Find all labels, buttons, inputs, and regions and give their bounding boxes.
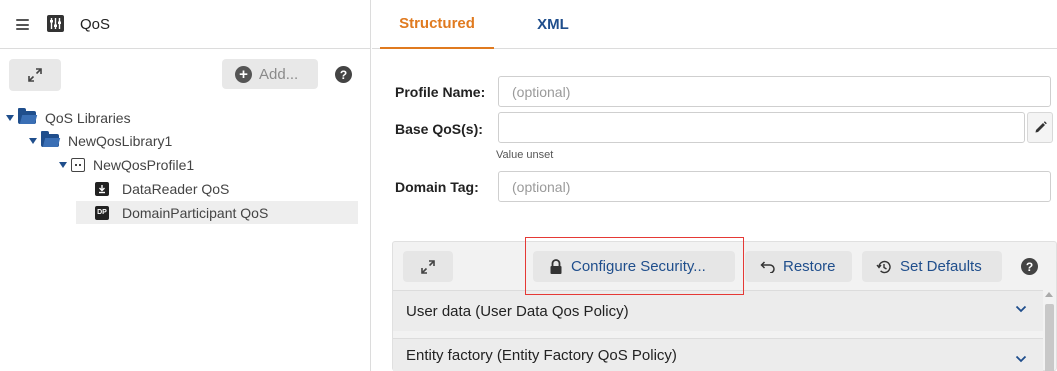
expand-icon [28,68,42,82]
scroll-thumb[interactable] [1045,304,1054,371]
tree-item-datareader-qos[interactable]: DataReader QoS [95,177,229,200]
scroll-up-arrow-icon[interactable] [1045,292,1053,297]
policy-label: User data (User Data Qos Policy) [406,302,629,320]
qos-app-icon [47,15,64,32]
app-title: QoS [80,16,111,33]
hamburger-menu-icon[interactable] [16,19,29,30]
help-icon[interactable]: ? [335,66,352,83]
restore-label: Restore [783,258,836,275]
tree-item-newqoslibrary1[interactable]: NewQosLibrary1 [29,129,172,152]
folder-icon [18,108,36,124]
pencil-icon [1035,121,1047,133]
chevron-down-icon[interactable] [1015,355,1027,363]
profile-name-label: Profile Name: [395,84,486,100]
plus-circle-icon: + [235,65,252,83]
base-qos-label: Base QoS(s): [395,121,483,137]
tree-item-label: NewQosLibrary1 [68,132,173,149]
tree-item-label: DomainParticipant QoS [122,204,269,221]
tree-item-qos-libraries[interactable]: QoS Libraries [6,106,131,129]
highlight-annotation [525,237,744,295]
help-icon[interactable]: ? [1021,258,1038,275]
domain-tag-label: Domain Tag: [395,179,479,195]
qos-profile-icon [71,157,85,172]
undo-icon [760,260,775,273]
domain-tag-input[interactable] [498,171,1051,202]
policy-entity-factory[interactable]: Entity factory (Entity Factory QoS Polic… [393,338,1043,371]
caret-down-icon[interactable] [59,161,67,168]
left-header: QoS [0,0,371,49]
left-panel: QoS + Add... ? QoS Libraries NewQosLibra… [0,0,371,371]
expand-icon [421,259,435,274]
set-defaults-button[interactable]: Set Defaults [862,251,1002,282]
restore-button[interactable]: Restore [745,251,852,282]
domainparticipant-icon: DP [95,205,109,220]
set-defaults-label: Set Defaults [900,258,982,275]
expand-policies-button[interactable] [403,251,453,282]
tree-item-label: QoS Libraries [45,109,131,126]
add-button[interactable]: + Add... [222,59,318,89]
expand-tree-button[interactable] [9,59,61,91]
tree-item-label: DataReader QoS [122,180,230,197]
edit-base-qos-button[interactable] [1027,112,1053,143]
policy-scrollbar[interactable] [1044,290,1054,371]
tab-xml[interactable]: XML [532,0,574,49]
base-qos-input[interactable] [498,112,1025,143]
base-qos-hint: Value unset [496,149,554,161]
chevron-down-icon[interactable] [1015,305,1027,313]
right-panel: Structured XML Profile Name: Base QoS(s)… [372,0,1057,371]
profile-name-input[interactable] [498,76,1051,107]
add-button-label: Add... [259,65,299,83]
tree-item-label: NewQosProfile1 [93,156,195,173]
datareader-icon [95,181,109,196]
folder-icon [41,131,59,147]
tab-structured[interactable]: Structured [380,0,494,49]
caret-down-icon[interactable] [6,114,14,121]
history-icon [876,260,891,273]
tab-bar: Structured XML [372,0,1057,49]
tree-item-newqosprofile1[interactable]: NewQosProfile1 [59,153,194,176]
policy-user-data[interactable]: User data (User Data Qos Policy) [393,290,1043,331]
caret-down-icon[interactable] [29,137,37,144]
policy-label: Entity factory (Entity Factory QoS Polic… [406,347,677,364]
tree-item-domainparticipant-qos[interactable]: DP DomainParticipant QoS [76,201,358,224]
